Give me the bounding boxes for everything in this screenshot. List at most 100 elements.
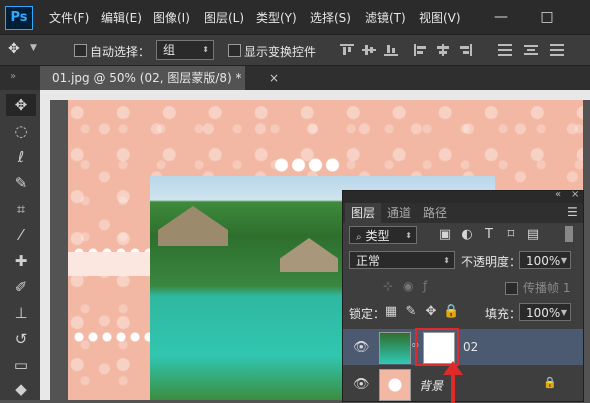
align-hcenter-icon[interactable] [436, 44, 450, 56]
move-tool-icon[interactable]: ✥ [6, 94, 36, 116]
tab-paths[interactable]: 路径 [417, 203, 453, 223]
align-top-icon[interactable] [340, 44, 354, 56]
eraser-tool-icon[interactable]: ▭ [6, 354, 36, 376]
fill-label: 填充： [485, 307, 522, 321]
menu-select[interactable]: 选择(S) [310, 9, 351, 26]
lock-all-icon[interactable]: 🔒 [443, 304, 459, 319]
layer-name: 背景 [419, 379, 444, 393]
show-transform-checkbox[interactable] [228, 44, 241, 57]
auto-select-checkbox[interactable] [74, 44, 87, 57]
dropdown-arrows-icon: ⬍ [202, 45, 209, 54]
menu-type[interactable]: 类型(Y) [256, 9, 297, 26]
tool-preset-chevron-icon[interactable]: ▼ [30, 43, 37, 53]
history-brush-tool-icon[interactable]: ↺ [6, 328, 36, 350]
distribute-top-icon[interactable] [498, 44, 512, 56]
menu-view[interactable]: 视图(V) [419, 9, 461, 26]
thatched-hut [280, 238, 338, 272]
layers-panel-topbar: « × [343, 189, 583, 203]
type-filter-icon[interactable]: T [481, 227, 497, 242]
lock-transparent-icon[interactable]: ▦ [383, 304, 399, 319]
layer-name: 02 [463, 340, 479, 354]
fill-value: 100% [526, 306, 561, 320]
layer-lock-icon: 🔒 [543, 376, 557, 389]
opacity-label: 不透明度： [461, 255, 522, 269]
healing-brush-tool-icon[interactable]: ✚ [6, 250, 36, 272]
menu-file[interactable]: 文件(F) [49, 9, 89, 26]
layer-filter-value: 类型 [365, 229, 390, 243]
collapse-icon[interactable]: « [555, 189, 561, 200]
menu-bar: Ps 文件(F) 编辑(E) 图像(I) 图层(L) 类型(Y) 选择(S) 滤… [0, 0, 590, 35]
unify-visibility-icon[interactable]: ◉ [403, 279, 413, 293]
layers-panel: « × 图层 通道 路径 ☰ ⌕ 类型 ⬍ ▣ ◐ T ⌑ ▤ 正常 ⬍ 不透明… [342, 189, 584, 403]
chevron-down-icon: ▼ [560, 256, 567, 265]
minimize-button[interactable]: — [484, 0, 518, 34]
align-vcenter-icon[interactable] [362, 44, 376, 56]
align-bottom-icon[interactable] [384, 44, 398, 56]
quick-select-tool-icon[interactable]: ✎ [6, 172, 36, 194]
tab-layers[interactable]: 图层 [345, 203, 382, 223]
lace-trim [72, 332, 152, 342]
annotation-arrow-shaft [451, 373, 455, 403]
distribute-bottom-icon[interactable] [550, 44, 564, 56]
maximize-button[interactable]: □ [530, 0, 564, 34]
auto-select-value: 组 [163, 43, 176, 57]
smart-object-filter-icon[interactable]: ▤ [525, 227, 541, 242]
filter-toggle[interactable] [565, 226, 573, 242]
tab-channels[interactable]: 通道 [381, 203, 417, 223]
propagate-frame-checkbox[interactable] [505, 282, 518, 295]
search-icon: ⌕ [356, 232, 362, 243]
menu-filter[interactable]: 滤镜(T) [365, 9, 406, 26]
options-bar: ✥ ▼ 自动选择： 组 ⬍ 显示变换控件 [0, 35, 590, 66]
blend-mode-dropdown[interactable]: 正常 ⬍ [349, 251, 455, 269]
adjustment-filter-icon[interactable]: ◐ [459, 227, 475, 242]
layer-row-background[interactable]: 👁 背景 🔒 [343, 366, 583, 402]
vertical-ruler [40, 100, 50, 400]
unify-position-icon[interactable]: ⊹ [383, 279, 393, 293]
move-tool-icon[interactable]: ✥ [8, 41, 20, 57]
tools-panel: ✥ ◌ ℓ ✎ ⌗ ⁄ ✚ ✐ ⊥ ↺ ▭ ◆ [0, 90, 41, 400]
distribute-vcenter-icon[interactable] [524, 44, 538, 56]
visibility-eye-icon[interactable]: 👁 [353, 377, 370, 392]
pixel-filter-icon[interactable]: ▣ [437, 227, 453, 242]
layer-filter-dropdown[interactable]: ⌕ 类型 ⬍ [349, 226, 417, 244]
eyedropper-tool-icon[interactable]: ⁄ [6, 224, 36, 246]
align-left-icon[interactable] [414, 44, 428, 56]
close-tab-icon[interactable]: × [269, 66, 279, 90]
fill-field[interactable]: 100% ▼ [519, 303, 571, 321]
lock-label: 锁定： [349, 307, 386, 321]
lace-trim [273, 158, 341, 172]
layer-thumbnail [379, 332, 411, 364]
close-icon[interactable]: × [571, 189, 579, 200]
lock-position-icon[interactable]: ✥ [423, 304, 439, 319]
crop-tool-icon[interactable]: ⌗ [6, 198, 36, 220]
marquee-tool-icon[interactable]: ◌ [6, 120, 36, 142]
panel-menu-icon[interactable]: ☰ [567, 205, 578, 219]
thatched-hut [158, 206, 228, 246]
photoshop-logo: Ps [5, 6, 33, 30]
collapse-panel-icon[interactable]: » [10, 71, 16, 82]
auto-select-dropdown[interactable]: 组 ⬍ [156, 40, 214, 60]
clone-stamp-tool-icon[interactable]: ⊥ [6, 302, 36, 324]
lace-band [68, 252, 153, 276]
layer-row-02[interactable]: 👁 ∞ 02 [343, 328, 583, 366]
layer-thumbnail [379, 369, 411, 401]
document-tab[interactable]: 01.jpg @ 50% (02, 图层蒙版/8) * × [40, 66, 279, 90]
opacity-value: 100% [526, 254, 561, 268]
visibility-eye-icon[interactable]: 👁 [353, 340, 370, 355]
menu-edit[interactable]: 编辑(E) [101, 9, 142, 26]
dropdown-arrows-icon: ⬍ [443, 256, 450, 265]
menu-layer[interactable]: 图层(L) [204, 9, 244, 26]
layers-panel-tabs: 图层 通道 路径 ☰ [343, 203, 583, 223]
paint-bucket-tool-icon[interactable]: ◆ [6, 378, 36, 400]
unify-style-icon[interactable]: ƒ [423, 279, 427, 293]
lasso-tool-icon[interactable]: ℓ [6, 146, 36, 168]
menu-image[interactable]: 图像(I) [153, 9, 190, 26]
align-right-icon[interactable] [458, 44, 472, 56]
show-transform-label: 显示变换控件 [244, 45, 317, 59]
opacity-field[interactable]: 100% ▼ [519, 251, 571, 269]
lock-pixels-icon[interactable]: ✎ [403, 304, 419, 319]
shape-filter-icon[interactable]: ⌑ [503, 227, 519, 242]
chevron-down-icon: ▼ [560, 308, 567, 317]
brush-tool-icon[interactable]: ✐ [6, 276, 36, 298]
document-tab-title: 01.jpg @ 50% (02, 图层蒙版/8) * [52, 71, 242, 85]
